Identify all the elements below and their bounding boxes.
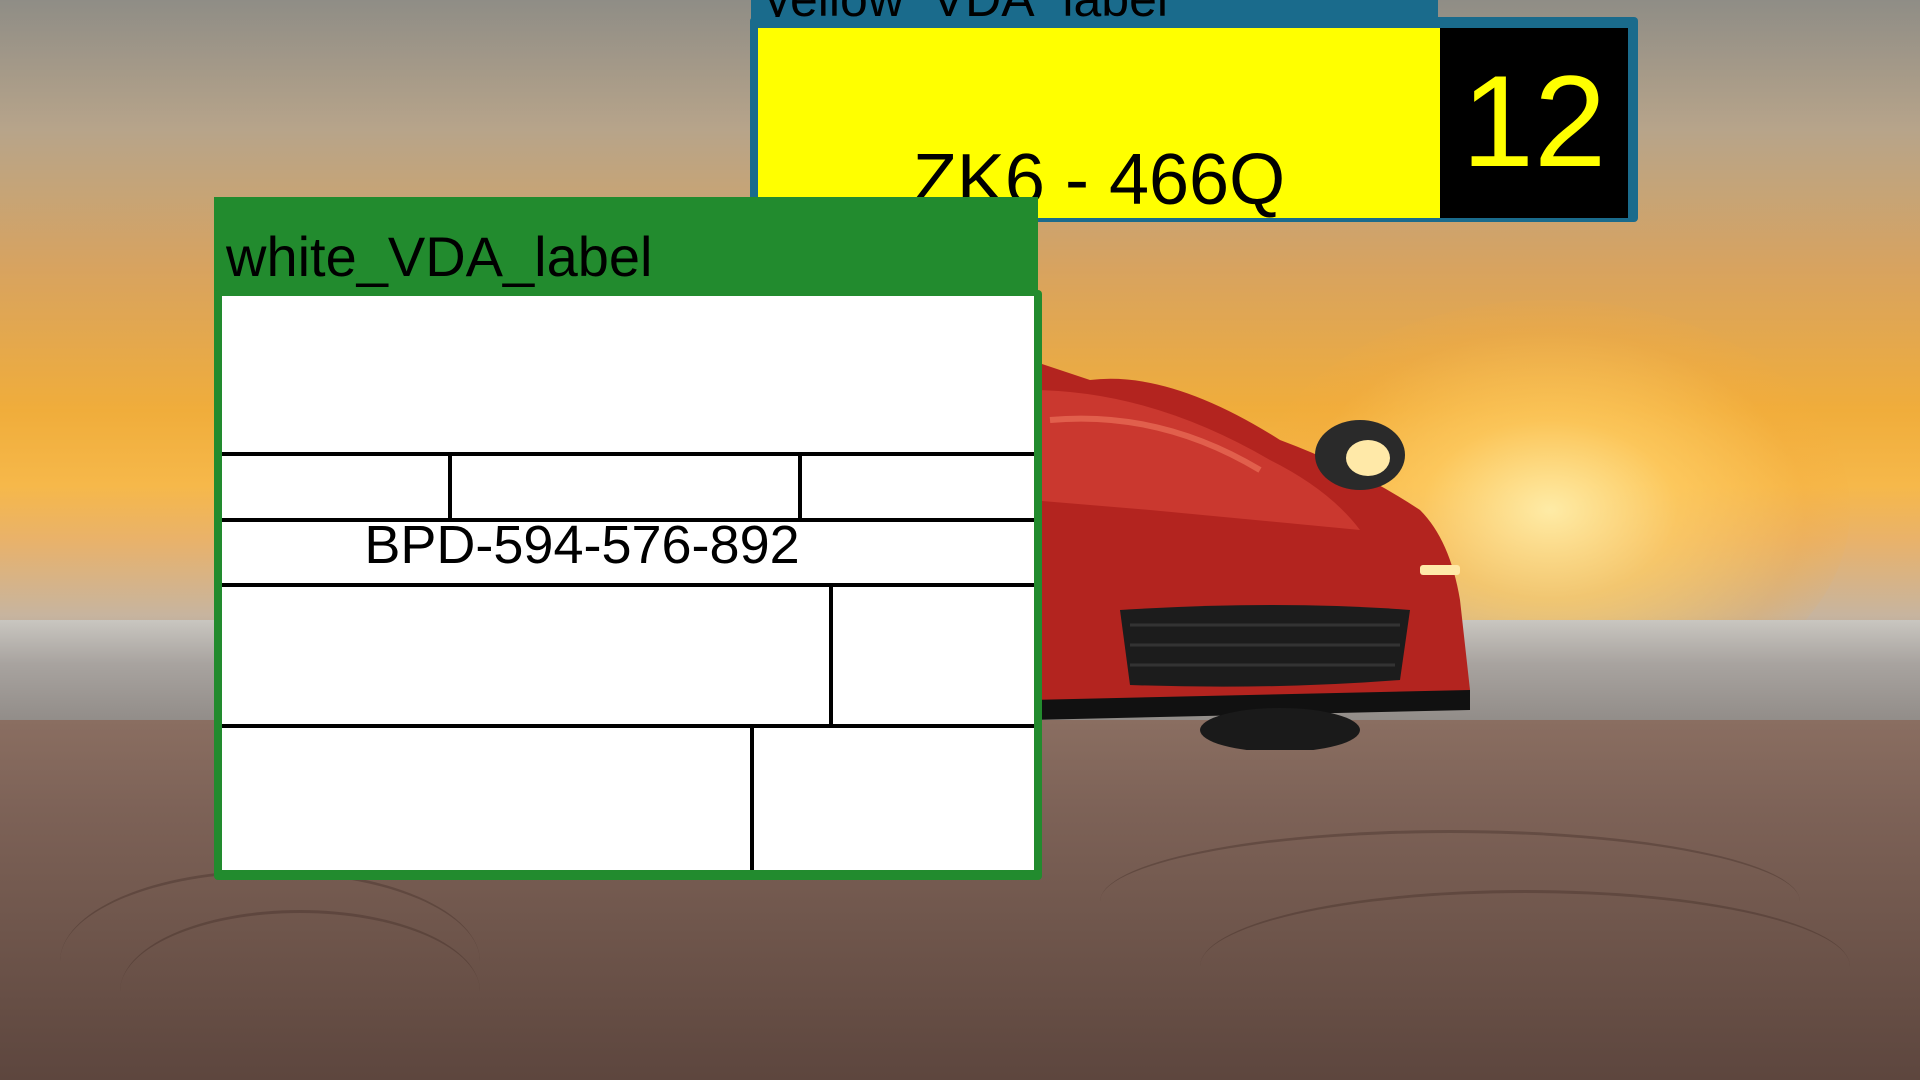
serial-number: BPD-594-576-892 [364, 515, 800, 575]
column-divider [750, 724, 754, 870]
car-image [1030, 360, 1470, 750]
tire-track [120, 910, 480, 1073]
white-label-header: white_VDA_label [214, 197, 1038, 297]
column-divider [798, 452, 802, 518]
row-divider [222, 452, 1034, 456]
column-divider [829, 583, 833, 727]
row-divider [222, 724, 1034, 728]
tire-track [1200, 890, 1850, 1043]
white-label-body: BPD-594-576-892 [222, 296, 1034, 870]
count-box: 12 [1440, 28, 1628, 218]
count-value: 12 [1461, 48, 1607, 194]
row-divider [222, 583, 1034, 587]
white-label-title: white_VDA_label [226, 225, 653, 288]
white-label-frame: BPD-594-576-892 [214, 290, 1042, 880]
plate-field: ZK6 - 466Q [758, 28, 1440, 218]
yellow-label-frame: ZK6 - 466Q 12 [750, 17, 1638, 222]
yellow-vda-label[interactable]: yellow_VDA_label ZK6 - 466Q 12 [750, 0, 1638, 222]
column-divider [448, 452, 452, 518]
white-vda-label[interactable]: white_VDA_label BPD-594-576-892 [214, 197, 1042, 880]
